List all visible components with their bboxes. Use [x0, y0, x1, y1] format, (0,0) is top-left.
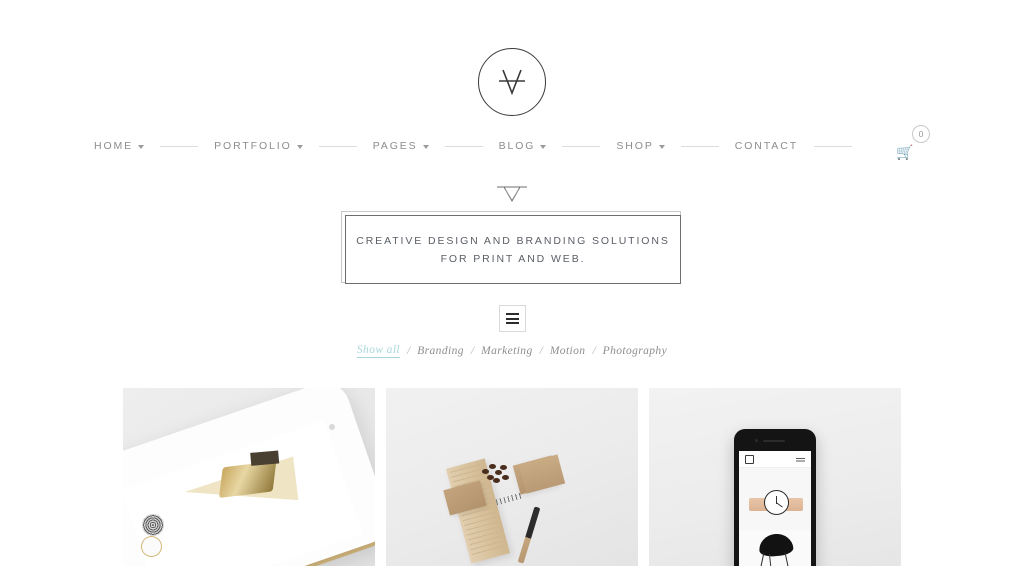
kraft-pen — [517, 506, 541, 564]
bar — [505, 313, 519, 315]
nav-divider — [562, 145, 601, 147]
portfolio-homepage: HOME PORTFOLIO PAGES BLOG SHOP CONTACT 🛒… — [0, 0, 1024, 566]
notebook-spiral — [495, 492, 523, 506]
nav-item-portfolio[interactable]: PORTFOLIO — [214, 140, 303, 152]
portfolio-grid — [123, 388, 901, 566]
phone-camera — [755, 439, 758, 442]
mobile-menu-icon — [796, 458, 805, 463]
cart-button[interactable]: 🛒 0 — [896, 125, 931, 160]
chevron-down-icon — [422, 145, 429, 149]
filter-separator: / — [592, 345, 596, 357]
filter-show-all[interactable]: Show all — [356, 344, 401, 358]
main-navigation: HOME PORTFOLIO PAGES BLOG SHOP CONTACT 🛒… — [0, 125, 1024, 160]
logo-v-monogram — [499, 69, 525, 96]
mobile-site-logo-icon — [745, 455, 754, 464]
filter-motion[interactable]: Motion — [550, 345, 586, 357]
nav-label: CONTACT — [734, 140, 799, 152]
chevron-down-icon — [296, 145, 303, 149]
filter-separator: / — [539, 345, 543, 357]
chair-photo — [739, 530, 811, 566]
portfolio-item-2[interactable] — [386, 388, 638, 566]
filter-photography[interactable]: Photography — [603, 345, 667, 357]
nav-divider — [444, 145, 483, 147]
filter-marketing[interactable]: Marketing — [481, 345, 533, 357]
filter-branding[interactable]: Branding — [417, 345, 464, 357]
hero-tagline-box: CREATIVE DESIGN AND BRANDING SOLUTIONS F… — [345, 215, 681, 284]
section-divider — [0, 181, 1024, 203]
bar — [505, 322, 519, 324]
chevron-down-icon — [540, 145, 547, 149]
hero-tagline-line-1: CREATIVE DESIGN AND BRANDING SOLUTIONS — [356, 234, 670, 247]
portfolio-filter-bar: Show all / Branding / Marketing / Motion… — [0, 344, 1024, 358]
logo-circle — [478, 48, 546, 116]
inverted-triangle-divider-icon — [497, 186, 527, 203]
nav-item-home[interactable]: HOME — [93, 140, 145, 152]
cone-dark-tip — [250, 450, 280, 466]
cart-count-badge: 0 — [912, 125, 931, 143]
chevron-down-icon — [658, 145, 665, 149]
chevron-down-icon — [138, 145, 145, 149]
nav-label: BLOG — [498, 140, 536, 152]
nav-item-pages[interactable]: PAGES — [373, 140, 429, 152]
coffee-beans — [482, 463, 510, 483]
nav-item-blog[interactable]: BLOG — [499, 140, 547, 152]
bar — [505, 317, 519, 320]
shopping-cart-icon: 🛒 — [896, 144, 914, 160]
nav-divider — [160, 145, 199, 147]
nav-divider — [318, 145, 357, 147]
nav-item-contact[interactable]: CONTACT — [735, 140, 798, 152]
nav-item-shop[interactable]: SHOP — [616, 140, 665, 152]
filter-separator: / — [407, 345, 411, 357]
nav-label: PAGES — [372, 140, 418, 152]
hero-tagline-line-2: FOR PRINT AND WEB. — [440, 252, 586, 265]
portfolio-item-3[interactable] — [649, 388, 901, 566]
portfolio-item-1[interactable] — [123, 388, 375, 566]
nav-label: HOME — [93, 140, 134, 152]
watch-photo — [739, 468, 811, 530]
chair-leg — [784, 552, 791, 566]
phone-screen — [739, 451, 811, 566]
site-logo[interactable] — [0, 48, 1024, 116]
phone-speaker — [763, 440, 785, 442]
nav-divider — [814, 145, 853, 147]
nav-divider — [680, 145, 719, 147]
watch-dial — [764, 490, 789, 515]
notebook-cover-front — [518, 454, 566, 494]
nav-label: SHOP — [616, 140, 654, 152]
mobile-site-header — [739, 451, 811, 468]
nav-label: PORTFOLIO — [214, 140, 292, 152]
filter-separator: / — [470, 345, 475, 357]
hamburger-grid-toggle-icon[interactable] — [498, 305, 526, 332]
layout-toggle-wrap — [0, 305, 1024, 332]
